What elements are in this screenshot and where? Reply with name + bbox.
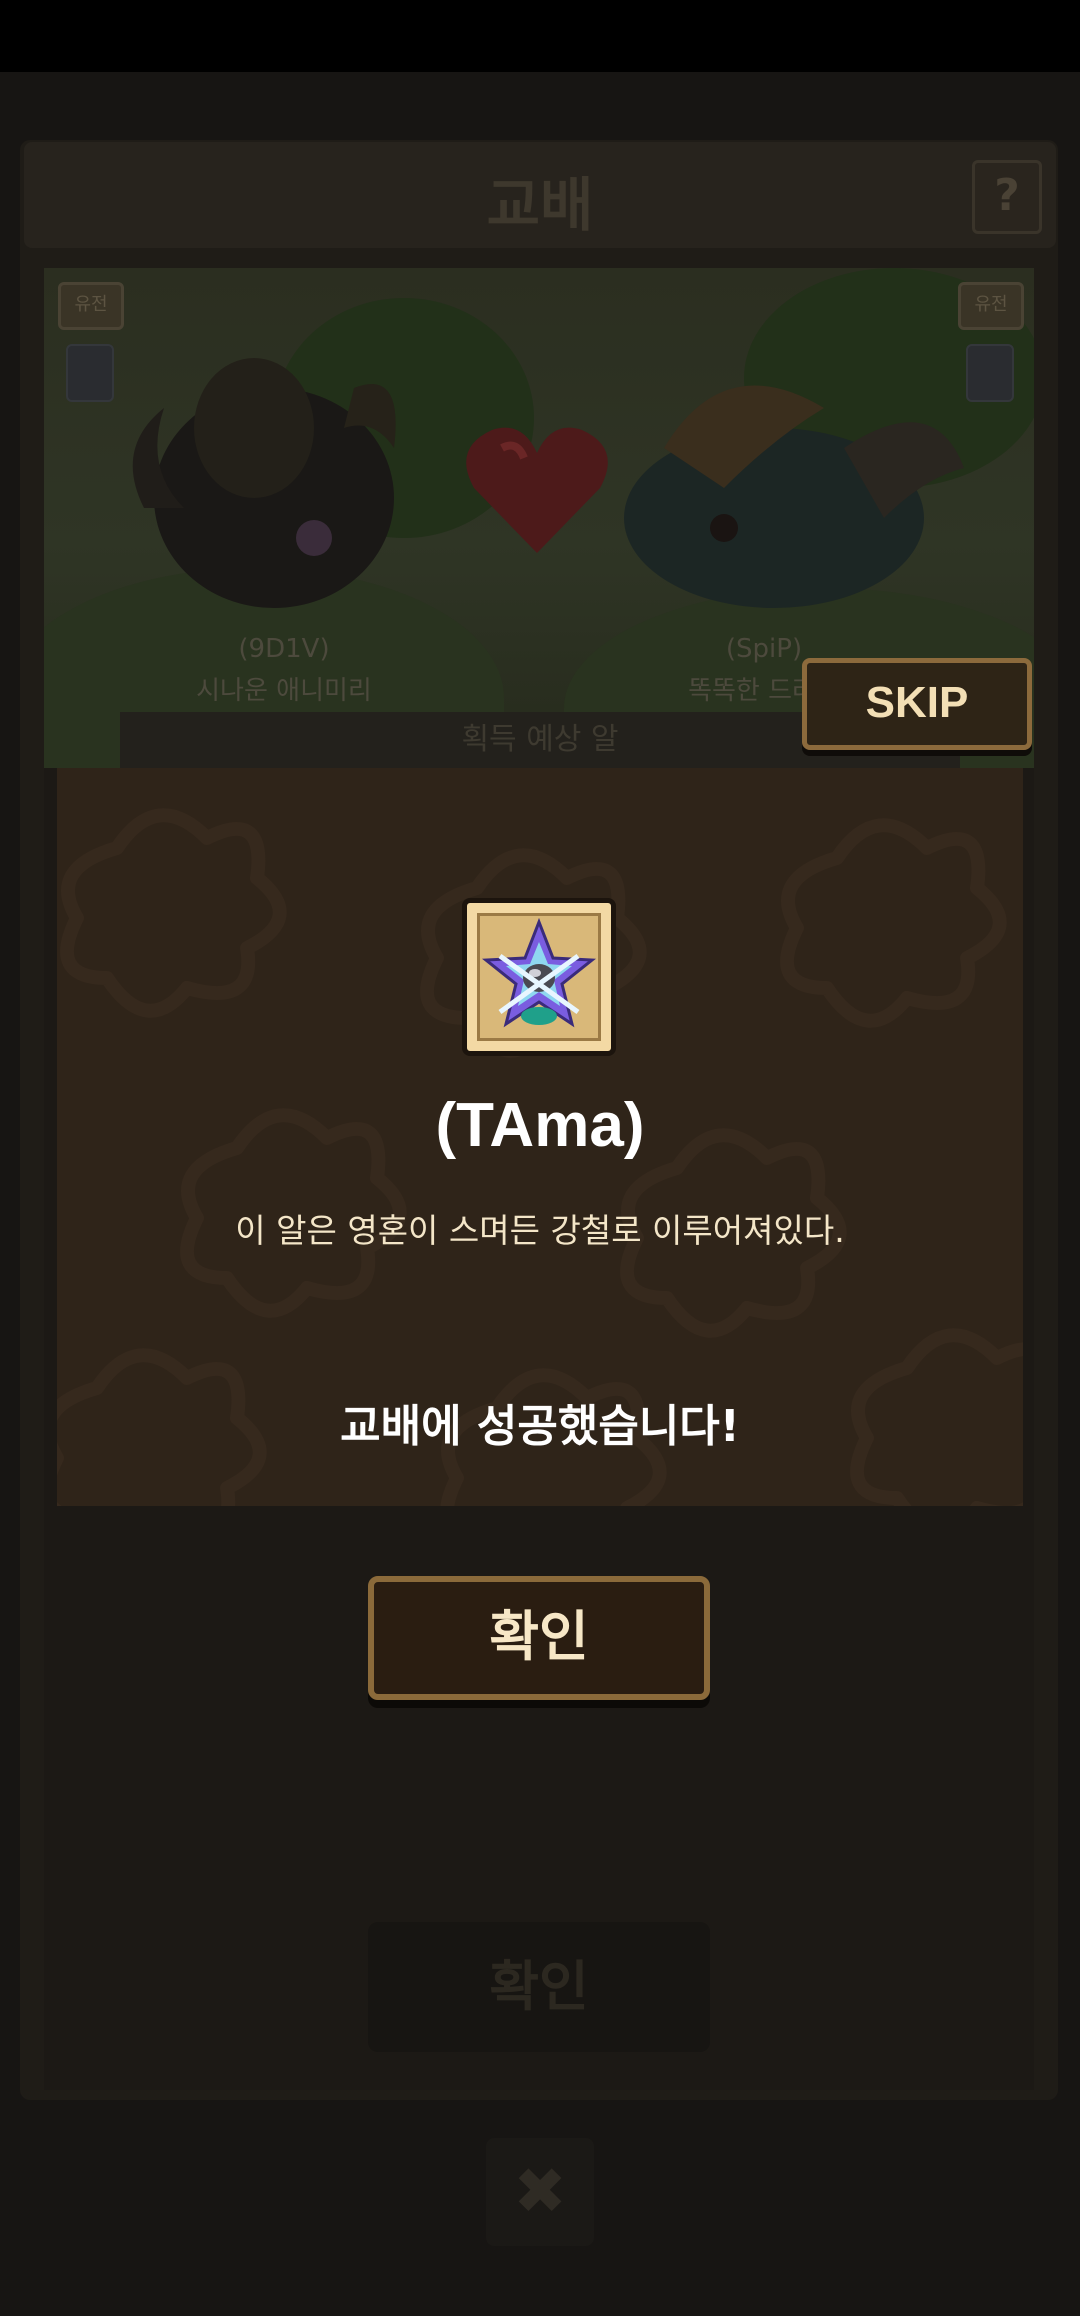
right-item-slot [966, 344, 1014, 402]
item-frame [462, 898, 616, 1056]
status-bar [0, 0, 1080, 72]
item-description: 이 알은 영혼이 스며든 강철로 이루어져있다. [235, 1211, 845, 1250]
item-name: (TAma) [435, 1091, 645, 1160]
item-icon-bg [477, 913, 601, 1041]
close-icon[interactable]: ✖ [486, 2138, 594, 2246]
background-confirm-button[interactable]: 확인 [368, 1922, 710, 2052]
breeding-title: 교배 [486, 171, 594, 239]
left-pet-name: 시나운 애니미리 [196, 676, 372, 706]
success-message: 교배에 성공했습니다! [340, 1401, 740, 1452]
left-gene-badge: 유전 [58, 282, 124, 330]
left-item-slot [66, 344, 114, 402]
heart-icon [466, 427, 608, 553]
left-pet-sprite [132, 358, 396, 608]
right-gene-badge: 유전 [958, 282, 1024, 330]
skip-button[interactable]: SKIP [802, 658, 1032, 750]
steel-soul-egg-icon [481, 917, 597, 1028]
confirm-button[interactable]: 확인 [368, 1576, 710, 1700]
help-button[interactable]: ? [972, 160, 1042, 234]
left-pet-code: (9D1V) [238, 634, 330, 664]
right-pet-sprite [624, 385, 964, 608]
